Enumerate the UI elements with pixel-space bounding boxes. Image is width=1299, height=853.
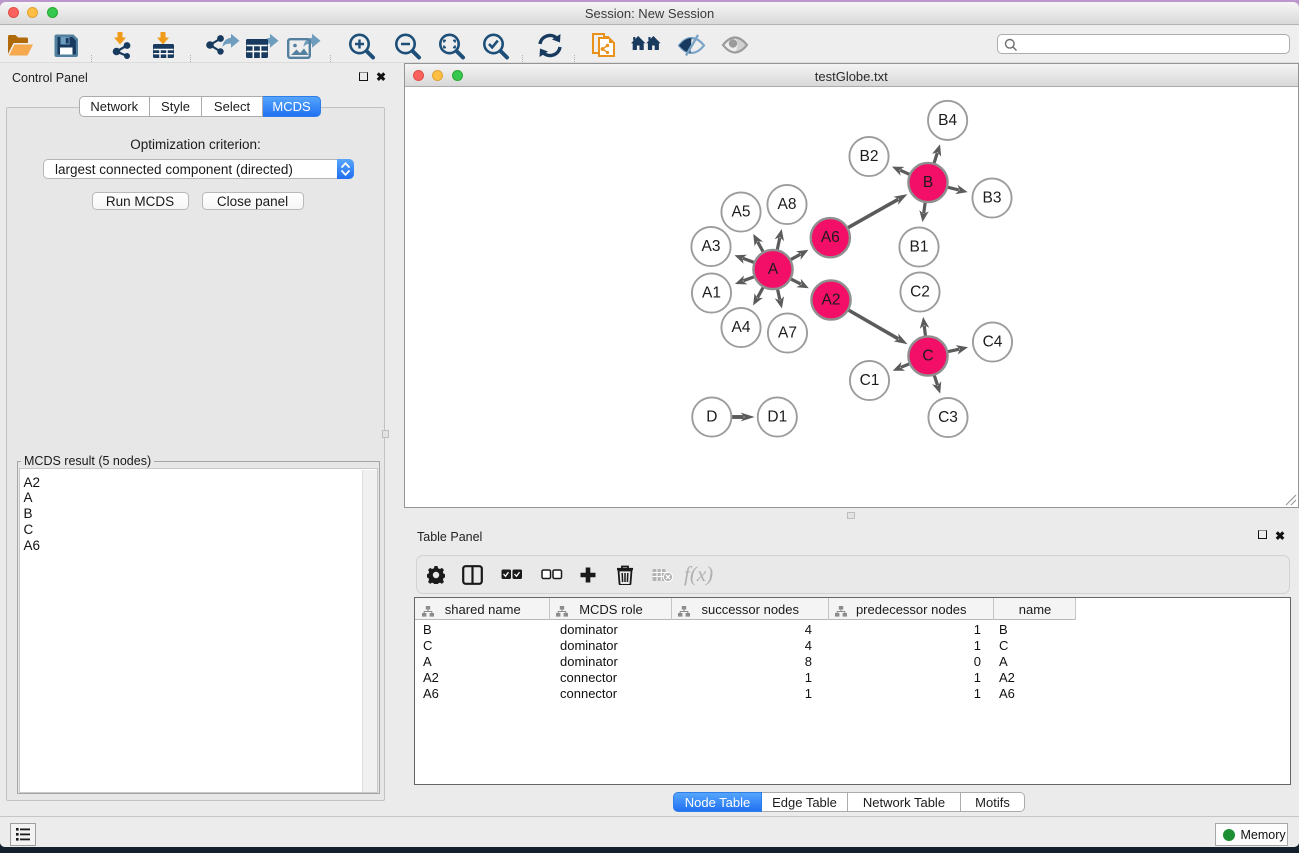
svg-text:A4: A4 <box>731 319 750 336</box>
svg-text:A6: A6 <box>820 229 839 246</box>
svg-text:B3: B3 <box>982 190 1001 207</box>
svg-text:C2: C2 <box>910 284 930 301</box>
svg-text:C4: C4 <box>982 334 1002 351</box>
svg-text:B4: B4 <box>938 112 957 129</box>
svg-text:A3: A3 <box>701 238 720 255</box>
svg-text:C: C <box>922 348 933 365</box>
svg-text:D: D <box>706 409 717 426</box>
svg-text:A7: A7 <box>778 325 797 342</box>
svg-text:B2: B2 <box>859 148 878 165</box>
svg-text:D1: D1 <box>767 409 787 426</box>
svg-text:C3: C3 <box>938 409 958 426</box>
svg-text:C1: C1 <box>859 372 879 389</box>
svg-text:A2: A2 <box>821 292 840 309</box>
svg-text:A: A <box>767 261 778 278</box>
svg-text:A5: A5 <box>731 204 750 221</box>
svg-text:B1: B1 <box>909 239 928 256</box>
svg-text:A1: A1 <box>702 285 721 302</box>
svg-text:A8: A8 <box>777 196 796 213</box>
svg-text:B: B <box>922 174 932 191</box>
